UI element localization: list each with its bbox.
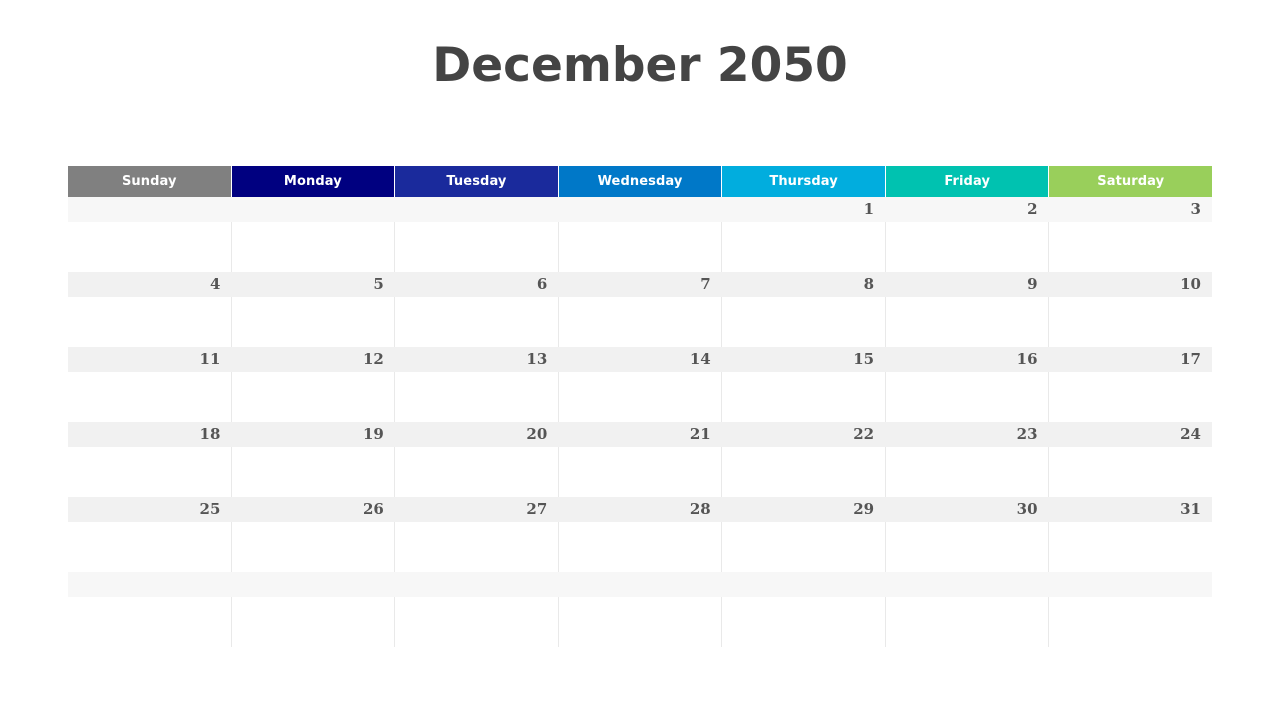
weekday-header-label: Friday bbox=[944, 174, 991, 189]
weekday-header-thursday[interactable]: Thursday bbox=[722, 166, 886, 197]
day-number[interactable]: 19 bbox=[231, 422, 394, 447]
day-number[interactable]: 20 bbox=[395, 422, 558, 447]
weekday-header-saturday[interactable]: Saturday bbox=[1049, 166, 1213, 197]
day-number[interactable]: 1 bbox=[722, 197, 885, 222]
day-number[interactable]: 5 bbox=[231, 272, 394, 297]
day-number[interactable]: 17 bbox=[1049, 347, 1212, 372]
weekday-header-wednesday[interactable]: Wednesday bbox=[558, 166, 723, 197]
day-number-empty bbox=[395, 572, 558, 597]
calendar-week-rows: 1 2 3 4 5 6 7 8 9 10 11 12 13 14 15 16 17 18 19 20 21 22 23 24 2… bbox=[68, 197, 1212, 647]
weekday-header-label: Monday bbox=[283, 174, 342, 189]
weekday-header-friday[interactable]: Friday bbox=[885, 166, 1050, 197]
day-number[interactable]: 12 bbox=[231, 347, 394, 372]
day-number[interactable]: 22 bbox=[722, 422, 885, 447]
day-number[interactable]: 6 bbox=[395, 272, 558, 297]
weekday-header-label: Wednesday bbox=[597, 174, 683, 189]
day-number-empty bbox=[558, 572, 721, 597]
weekday-header-label: Saturday bbox=[1097, 174, 1165, 189]
day-number[interactable]: 31 bbox=[1049, 497, 1212, 522]
weekday-header-label: Tuesday bbox=[446, 174, 507, 189]
calendar-week-row: 123 bbox=[68, 197, 1212, 272]
weekday-header-sunday[interactable]: Sunday bbox=[68, 166, 232, 197]
week-date-band: 11 12 13 14 15 16 17 bbox=[68, 347, 1212, 372]
day-number[interactable]: 21 bbox=[558, 422, 721, 447]
day-number[interactable]: 24 bbox=[1049, 422, 1212, 447]
calendar-week-row: 18 19 20 21 22 23 24 bbox=[68, 422, 1212, 497]
week-date-band bbox=[68, 572, 1212, 597]
day-number-empty bbox=[231, 197, 394, 222]
day-number-empty bbox=[1049, 572, 1212, 597]
day-number[interactable]: 3 bbox=[1049, 197, 1212, 222]
calendar-week-row: 11 12 13 14 15 16 17 bbox=[68, 347, 1212, 422]
day-number-empty bbox=[885, 572, 1048, 597]
day-number-empty bbox=[68, 572, 231, 597]
day-number[interactable]: 14 bbox=[558, 347, 721, 372]
day-number[interactable]: 13 bbox=[395, 347, 558, 372]
day-number[interactable]: 28 bbox=[558, 497, 721, 522]
day-number[interactable]: 30 bbox=[885, 497, 1048, 522]
day-number[interactable]: 9 bbox=[885, 272, 1048, 297]
day-number-empty bbox=[68, 197, 231, 222]
week-date-band: 123 bbox=[68, 197, 1212, 222]
day-number-empty bbox=[558, 197, 721, 222]
day-number[interactable]: 27 bbox=[395, 497, 558, 522]
day-number[interactable]: 29 bbox=[722, 497, 885, 522]
day-number-empty bbox=[395, 197, 558, 222]
week-date-band: 18 19 20 21 22 23 24 bbox=[68, 422, 1212, 447]
day-number[interactable]: 4 bbox=[68, 272, 231, 297]
day-number[interactable]: 23 bbox=[885, 422, 1048, 447]
day-number[interactable]: 7 bbox=[558, 272, 721, 297]
day-number[interactable]: 15 bbox=[722, 347, 885, 372]
day-number[interactable]: 18 bbox=[68, 422, 231, 447]
calendar-page: December 2050 Sunday Monday Tuesday Wednesd… bbox=[0, 0, 1280, 720]
weekday-header-row: Sunday Monday Tuesday Wednesday Thursday Frid… bbox=[68, 166, 1213, 197]
week-date-band: 4 5 6 7 8 9 10 bbox=[68, 272, 1212, 297]
day-number[interactable]: 8 bbox=[722, 272, 885, 297]
day-number-empty bbox=[722, 572, 885, 597]
calendar-week-row: 4 5 6 7 8 9 10 bbox=[68, 272, 1212, 347]
calendar-grid: Sunday Monday Tuesday Wednesday Thursday Frid… bbox=[68, 166, 1213, 647]
calendar-week-row bbox=[68, 572, 1212, 647]
day-number-empty bbox=[231, 572, 394, 597]
calendar-week-row: 25 26 27 28 29 30 31 bbox=[68, 497, 1212, 572]
weekday-header-monday[interactable]: Monday bbox=[231, 166, 396, 197]
weekday-header-label: Sunday bbox=[121, 174, 177, 189]
day-number[interactable]: 2 bbox=[885, 197, 1048, 222]
week-date-band: 25 26 27 28 29 30 31 bbox=[68, 497, 1212, 522]
day-number[interactable]: 11 bbox=[68, 347, 231, 372]
day-number[interactable]: 26 bbox=[231, 497, 394, 522]
weekday-header-label: Thursday bbox=[769, 174, 838, 189]
day-number[interactable]: 16 bbox=[885, 347, 1048, 372]
day-number[interactable]: 10 bbox=[1049, 272, 1212, 297]
day-number[interactable]: 25 bbox=[68, 497, 231, 522]
page-title: December 2050 bbox=[432, 38, 848, 93]
weekday-header-tuesday[interactable]: Tuesday bbox=[395, 166, 559, 197]
